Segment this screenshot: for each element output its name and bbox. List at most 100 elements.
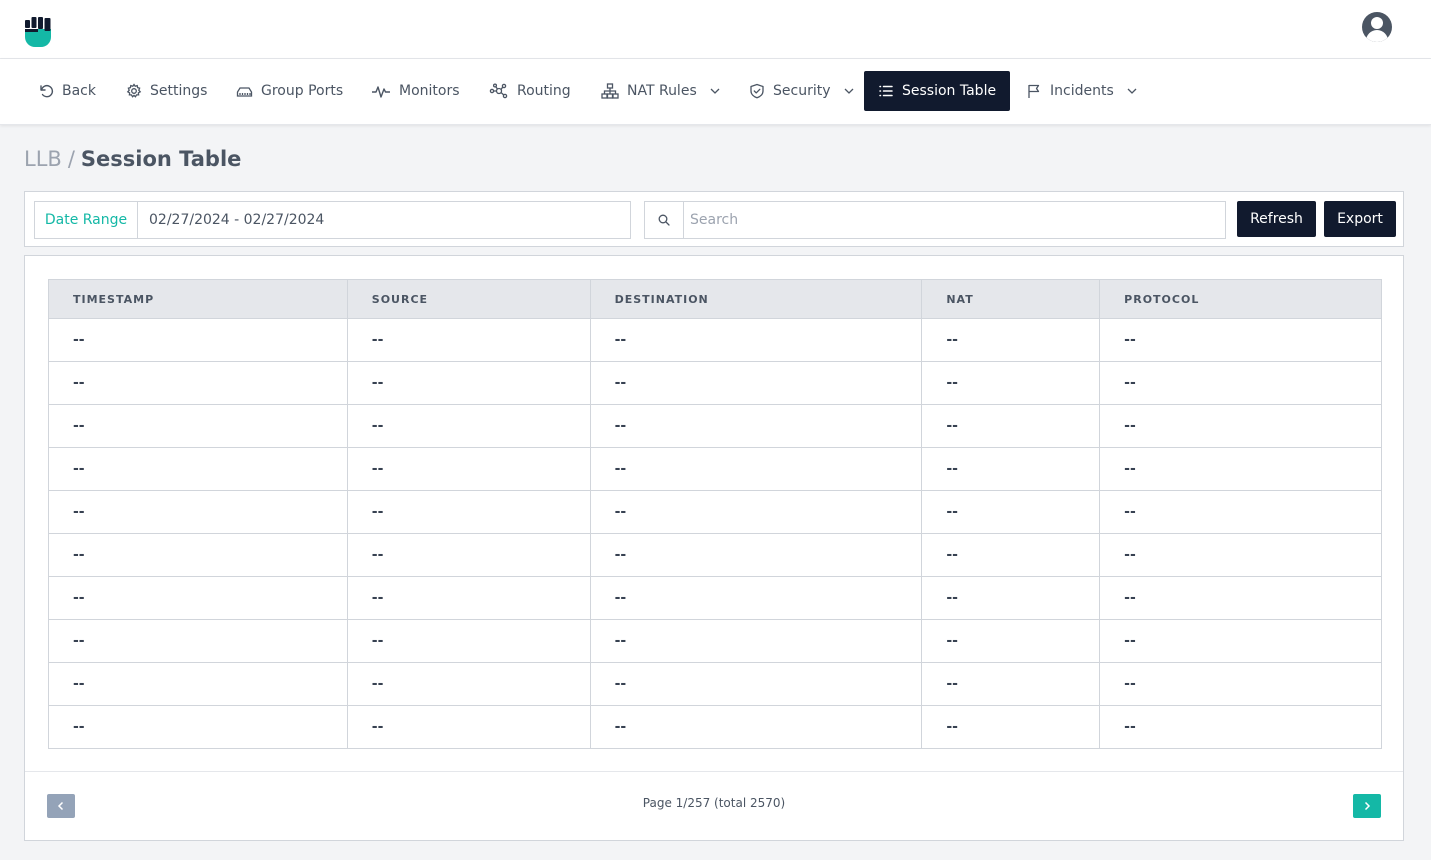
chevron-right-icon bbox=[1364, 801, 1371, 811]
pagination-status: Page 1/257 (total 2570) bbox=[642, 796, 786, 810]
cell-timestamp: -- bbox=[48, 576, 348, 620]
shield-icon bbox=[750, 83, 764, 99]
column-header-nat[interactable]: NAT bbox=[921, 279, 1101, 319]
chevron-down-icon bbox=[710, 88, 720, 94]
cell-protocol: -- bbox=[1099, 533, 1382, 577]
cell-destination: -- bbox=[589, 576, 923, 620]
cell-destination: -- bbox=[589, 447, 923, 491]
filter-bar: Date Range 02/27/2024 - 02/27/2024 Refre… bbox=[24, 191, 1404, 247]
table-row[interactable]: -- -- -- -- -- bbox=[48, 361, 1382, 405]
table-row[interactable]: -- -- -- -- -- bbox=[48, 447, 1382, 491]
session-table-card: TIMESTAMP SOURCE DESTINATION NAT PROTOCO… bbox=[24, 255, 1404, 841]
list-icon bbox=[879, 85, 893, 97]
session-table: TIMESTAMP SOURCE DESTINATION NAT PROTOCO… bbox=[48, 279, 1382, 749]
user-avatar-icon[interactable] bbox=[1362, 12, 1392, 42]
ports-icon bbox=[236, 87, 253, 97]
table-row[interactable]: -- -- -- -- -- bbox=[48, 318, 1382, 362]
cell-source: -- bbox=[346, 490, 591, 534]
page-title: Session Table bbox=[80, 147, 242, 171]
network-icon bbox=[489, 83, 508, 99]
cell-nat: -- bbox=[921, 705, 1101, 749]
cell-nat: -- bbox=[921, 619, 1101, 663]
nav-settings-label: Settings bbox=[150, 83, 208, 99]
cell-nat: -- bbox=[921, 318, 1101, 362]
table-row[interactable]: -- -- -- -- -- bbox=[48, 490, 1382, 534]
refresh-button[interactable]: Refresh bbox=[1237, 201, 1316, 237]
date-range-picker[interactable]: Date Range 02/27/2024 - 02/27/2024 bbox=[34, 201, 631, 239]
column-header-protocol[interactable]: PROTOCOL bbox=[1099, 279, 1382, 319]
cell-destination: -- bbox=[589, 662, 923, 706]
export-button[interactable]: Export bbox=[1324, 201, 1396, 237]
nav-back-label: Back bbox=[62, 83, 96, 99]
cell-source: -- bbox=[346, 662, 591, 706]
cell-nat: -- bbox=[921, 361, 1101, 405]
nav-incidents[interactable]: Incidents bbox=[1012, 71, 1152, 111]
cell-source: -- bbox=[346, 318, 591, 362]
table-row[interactable]: -- -- -- -- -- bbox=[48, 533, 1382, 577]
nav-group-ports[interactable]: Group Ports bbox=[222, 71, 357, 111]
flag-icon bbox=[1028, 84, 1040, 98]
table-row[interactable]: -- -- -- -- -- bbox=[48, 619, 1382, 663]
cell-protocol: -- bbox=[1099, 447, 1382, 491]
cell-protocol: -- bbox=[1099, 490, 1382, 534]
cell-timestamp: -- bbox=[48, 490, 348, 534]
cell-source: -- bbox=[346, 619, 591, 663]
cell-destination: -- bbox=[589, 533, 923, 577]
date-range-input[interactable]: 02/27/2024 - 02/27/2024 bbox=[138, 202, 630, 238]
nav-settings[interactable]: Settings bbox=[112, 71, 221, 111]
cell-source: -- bbox=[346, 447, 591, 491]
table-row[interactable]: -- -- -- -- -- bbox=[48, 404, 1382, 448]
chevron-down-icon bbox=[1127, 88, 1137, 94]
fist-logo-icon[interactable] bbox=[24, 16, 52, 47]
nav-routing-label: Routing bbox=[517, 83, 571, 99]
nav-nat-rules[interactable]: NAT Rules bbox=[587, 71, 735, 111]
cell-destination: -- bbox=[589, 705, 923, 749]
cell-nat: -- bbox=[921, 447, 1101, 491]
table-header-row: TIMESTAMP SOURCE DESTINATION NAT PROTOCO… bbox=[48, 279, 1382, 319]
nav-monitors[interactable]: Monitors bbox=[357, 71, 474, 111]
cell-nat: -- bbox=[921, 576, 1101, 620]
table-row[interactable]: -- -- -- -- -- bbox=[48, 705, 1382, 749]
nav-group-ports-label: Group Ports bbox=[261, 83, 344, 99]
cell-protocol: -- bbox=[1099, 404, 1382, 448]
undo-icon bbox=[40, 84, 54, 98]
nav-security-label: Security bbox=[773, 83, 831, 99]
cell-timestamp: -- bbox=[48, 318, 348, 362]
nav-incidents-label: Incidents bbox=[1050, 83, 1114, 99]
cell-source: -- bbox=[346, 705, 591, 749]
cell-timestamp: -- bbox=[48, 447, 348, 491]
gear-icon bbox=[126, 83, 142, 98]
nav-session-table[interactable]: Session Table bbox=[864, 71, 1010, 111]
cell-protocol: -- bbox=[1099, 705, 1382, 749]
breadcrumb-root[interactable]: LLB bbox=[24, 147, 62, 171]
cell-timestamp: -- bbox=[48, 533, 348, 577]
cell-timestamp: -- bbox=[48, 404, 348, 448]
nav-back[interactable]: Back bbox=[24, 71, 110, 111]
cell-nat: -- bbox=[921, 533, 1101, 577]
column-header-timestamp[interactable]: TIMESTAMP bbox=[48, 279, 348, 319]
cell-source: -- bbox=[346, 533, 591, 577]
cell-source: -- bbox=[346, 361, 591, 405]
cell-destination: -- bbox=[589, 318, 923, 362]
breadcrumb-separator: / bbox=[67, 147, 75, 171]
table-row[interactable]: -- -- -- -- -- bbox=[48, 662, 1382, 706]
column-header-source[interactable]: SOURCE bbox=[346, 279, 591, 319]
cell-nat: -- bbox=[921, 404, 1101, 448]
search-input[interactable] bbox=[684, 202, 1225, 238]
cell-nat: -- bbox=[921, 490, 1101, 534]
cell-destination: -- bbox=[589, 619, 923, 663]
cell-destination: -- bbox=[589, 404, 923, 448]
cell-protocol: -- bbox=[1099, 619, 1382, 663]
cell-timestamp: -- bbox=[48, 705, 348, 749]
cell-destination: -- bbox=[589, 361, 923, 405]
cell-protocol: -- bbox=[1099, 662, 1382, 706]
cell-protocol: -- bbox=[1099, 361, 1382, 405]
cell-nat: -- bbox=[921, 662, 1101, 706]
avatar-head bbox=[1371, 17, 1383, 29]
search-icon bbox=[645, 202, 684, 238]
nav-security[interactable]: Security bbox=[735, 71, 869, 111]
column-header-destination[interactable]: DESTINATION bbox=[589, 279, 923, 319]
table-row[interactable]: -- -- -- -- -- bbox=[48, 576, 1382, 620]
nav-routing[interactable]: Routing bbox=[475, 71, 585, 111]
next-page-button[interactable] bbox=[1353, 794, 1381, 818]
